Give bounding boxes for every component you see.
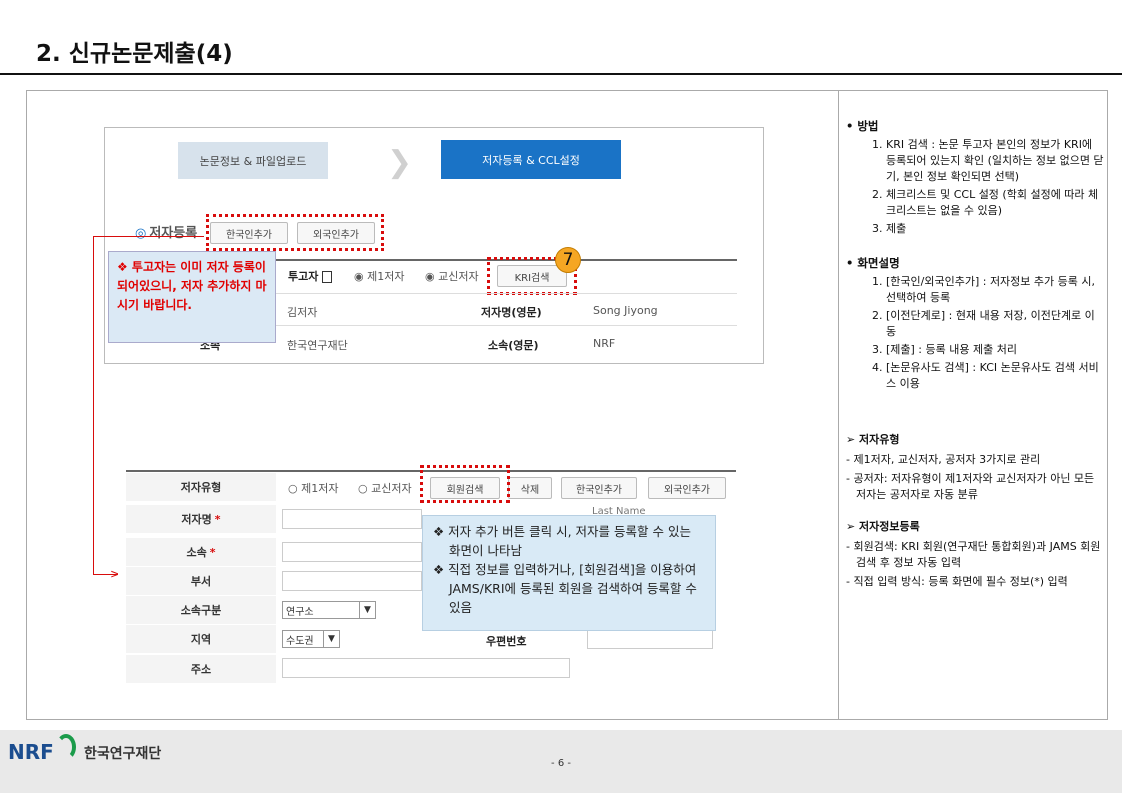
department-input[interactable]	[282, 571, 422, 591]
connector-line	[93, 236, 94, 575]
step-tab-author-ccl[interactable]: 저자등록 & CCL설정	[441, 140, 621, 179]
postal-code-input[interactable]	[587, 629, 713, 649]
affiliation-type-label: 소속구분	[126, 596, 276, 624]
affiliation-ko: 한국연구재단	[287, 339, 348, 352]
highlight-add-buttons	[206, 214, 384, 251]
step-number-badge: 7	[555, 247, 581, 273]
author-type-item: - 제1저자, 교신저자, 공저자 3가지로 관리	[846, 453, 1041, 466]
author-name-en-label: 저자명(영문)	[481, 306, 542, 319]
radio-first-author[interactable]: ◉ 제1저자	[354, 268, 404, 284]
author-name-label: 저자명 *	[126, 505, 276, 533]
submitter-label: 투고자	[288, 268, 333, 284]
address-label: 주소	[126, 655, 276, 683]
address-input[interactable]	[282, 658, 570, 678]
connector-line	[93, 236, 204, 237]
author-type-item: - 공저자: 저자유형이 제1저자와 교신저자가 아닌 모든 저자는 공저자로 …	[846, 472, 1095, 501]
title-rule	[0, 73, 1122, 75]
affiliation-label: 소속 *	[126, 538, 276, 566]
author-name-input[interactable]	[282, 509, 422, 529]
chevron-down-icon: ▼	[359, 602, 375, 618]
chevron-right-icon: ❯	[387, 145, 413, 180]
affiliation-type-select[interactable]: 연구소 ▼	[282, 601, 376, 619]
screen-item: 4. [논문유사도 검색] : KCI 논문유사도 검색 서비스 이용	[872, 361, 1099, 390]
highlight-member-search	[420, 465, 510, 503]
page-number: - 6 -	[551, 758, 571, 769]
info-note-line: ❖ 직접 정보를 입력하거나, [회원검색]을 이용하여 JAMS/KRI에 등…	[433, 562, 697, 615]
region-select[interactable]: 수도권 ▼	[282, 630, 340, 648]
description-panel: • 방법 1. KRI 검색 : 논문 투고자 본인의 정보가 KRI에 등록되…	[846, 118, 1104, 593]
chevron-down-icon: ▼	[323, 631, 339, 647]
region-label: 지역	[126, 625, 276, 653]
radio-corresponding-author[interactable]: ◉ 교신저자	[425, 268, 479, 284]
department-label: 부서	[126, 567, 276, 595]
author-info-item: - 직접 입력 방식: 등록 화면에 필수 정보(*) 입력	[846, 575, 1068, 588]
section-label: 저자등록	[149, 226, 198, 241]
author-name-en: Song Jiyong	[593, 304, 658, 317]
section-heading-author: ◎ 저자등록	[135, 222, 197, 241]
delete-button[interactable]: 삭제	[508, 477, 552, 499]
add-korean-button[interactable]: 한국인추가	[561, 477, 637, 499]
radio-first-author[interactable]: ○ 제1저자	[288, 480, 338, 496]
method-item: 1. KRI 검색 : 논문 투고자 본인의 정보가 KRI에 등록되어 있는지…	[872, 138, 1104, 183]
method-heading: • 방법	[846, 119, 879, 133]
page-title: 2. 신규논문제출(4)	[36, 41, 233, 67]
screen-item: 3. [제출] : 등록 내용 제출 처리	[872, 343, 1017, 356]
postal-code-label: 우편번호	[486, 635, 527, 648]
author-name-ko: 김저자	[287, 306, 318, 319]
screen-item: 1. [한국인/외국인추가] : 저자정보 추가 등록 시, 선택하여 등록	[872, 275, 1096, 304]
checkbox-icon[interactable]	[322, 271, 333, 283]
affiliation-input[interactable]	[282, 542, 422, 562]
panel-divider	[838, 90, 839, 720]
screen-item: 2. [이전단계로] : 현재 내용 저장, 이전단계로 이동	[872, 309, 1095, 338]
radio-corresponding-author[interactable]: ○ 교신저자	[358, 480, 412, 496]
author-type-label: 저자유형	[126, 473, 276, 501]
author-info-item: - 회원검색: KRI 회원(연구재단 통합회원)과 JAMS 회원 검색 후 …	[846, 540, 1101, 569]
warning-note: ❖ 투고자는 이미 저자 등록이 되어있으니, 저자 추가하지 마시기 바랍니다…	[108, 251, 276, 343]
logo-swoosh-icon	[56, 734, 76, 760]
add-foreign-button[interactable]: 외국인추가	[648, 477, 726, 499]
step-tab-paper-info[interactable]: 논문정보 & 파일업로드	[178, 142, 328, 179]
author-info-heading: ➢ 저자정보등록	[846, 520, 920, 533]
screen-heading: • 화면설명	[846, 256, 900, 270]
author-type-heading: ➢ 저자유형	[846, 433, 900, 446]
info-note: ❖ 저자 추가 버튼 클릭 시, 저자를 등록할 수 있는 화면이 나타남 ❖ …	[422, 515, 716, 631]
affiliation-en: NRF	[593, 337, 616, 350]
affiliation-en-label: 소속(영문)	[488, 339, 539, 352]
info-note-line: ❖ 저자 추가 버튼 클릭 시, 저자를 등록할 수 있는 화면이 나타남	[433, 524, 691, 558]
method-item: 3. 제출	[872, 222, 907, 235]
method-item: 2. 체크리스트 및 CCL 설정 (학회 설정에 따라 체크리스트는 없을 수…	[872, 188, 1099, 217]
circle-bullet-icon: ◎	[135, 226, 147, 241]
footer: NRF 한국연구재단 - 6 -	[0, 730, 1122, 793]
